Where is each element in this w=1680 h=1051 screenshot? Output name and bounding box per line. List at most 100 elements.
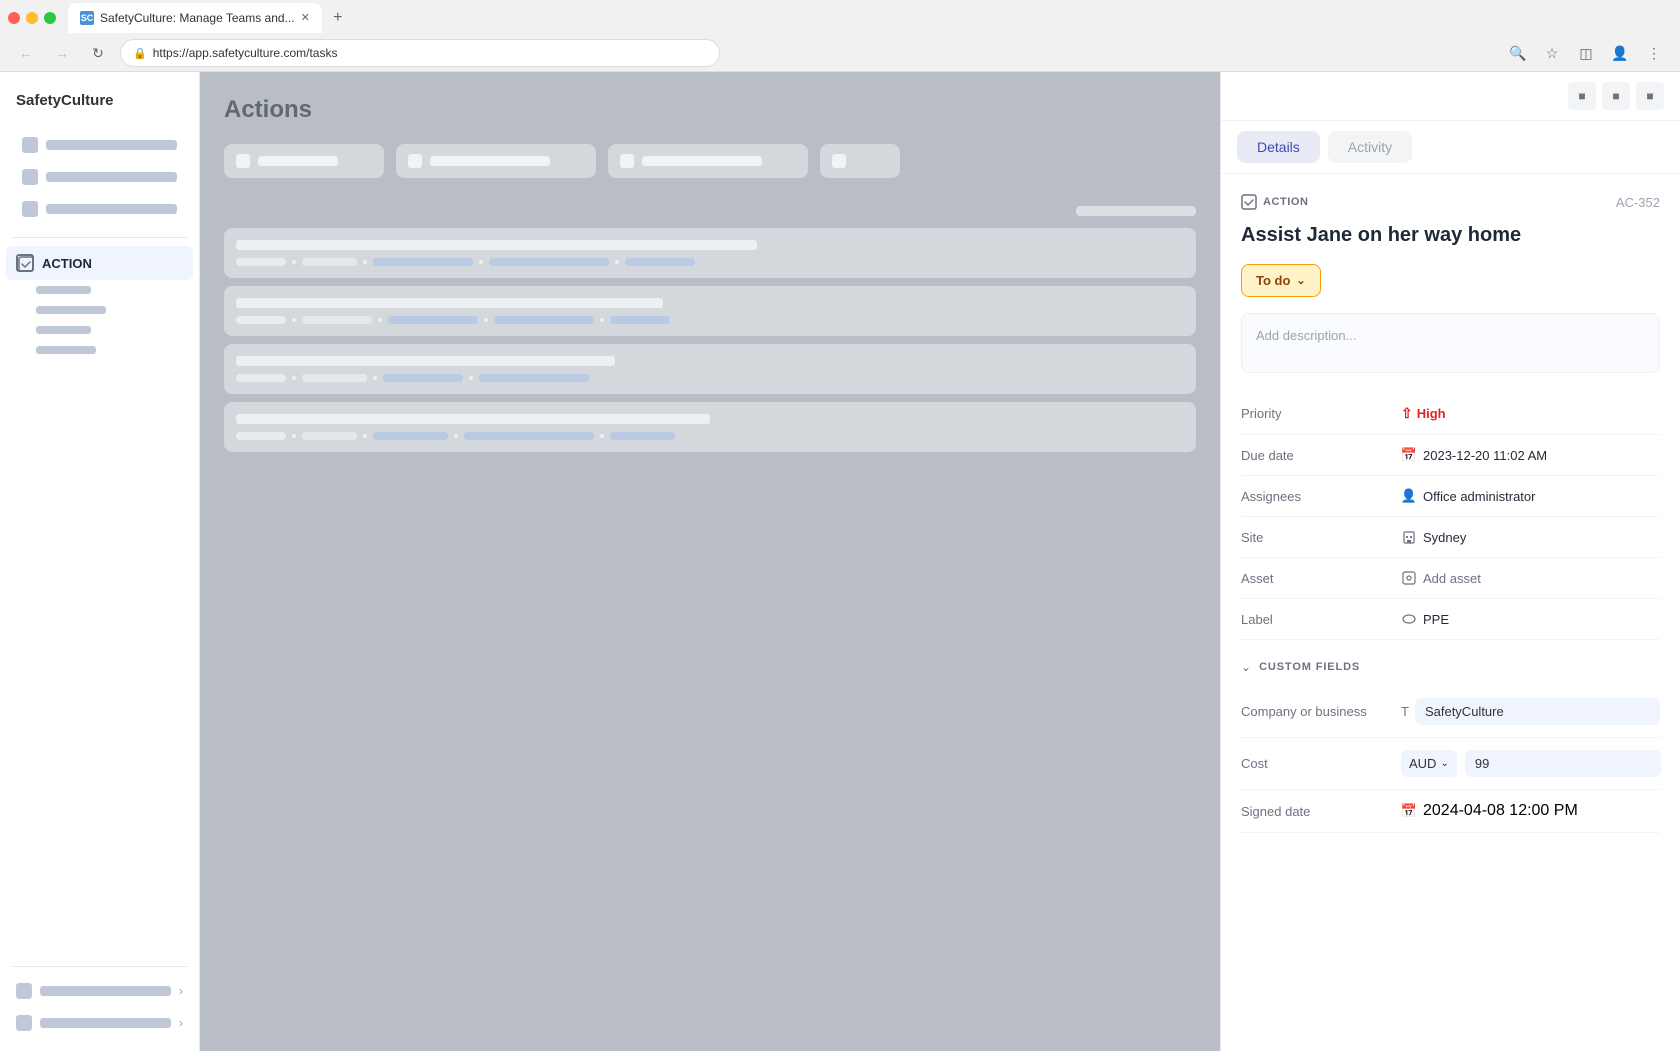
tab-favicon: SC bbox=[80, 11, 94, 25]
custom-fields-toggle[interactable]: ⌄ CUSTOM FIELDS bbox=[1241, 648, 1660, 686]
minimize-button[interactable] bbox=[26, 12, 38, 24]
priority-high-icon: ⇧ bbox=[1401, 405, 1413, 422]
overview-label bbox=[36, 286, 91, 294]
calendar-icon: 📅 bbox=[1401, 447, 1417, 463]
field-label: Label PPE bbox=[1241, 599, 1660, 640]
sidebar-sub-overview[interactable] bbox=[8, 280, 199, 300]
action-icon bbox=[1241, 194, 1257, 210]
tab-title: SafetyCulture: Manage Teams and... bbox=[100, 11, 295, 25]
inspections-icon bbox=[22, 169, 38, 185]
settings-label bbox=[36, 326, 91, 334]
cost-input[interactable] bbox=[1465, 750, 1661, 777]
sidebar-expand-integrations[interactable]: › bbox=[0, 1007, 199, 1039]
action-badge-row: ACTION AC-352 bbox=[1241, 194, 1660, 210]
fullscreen-button[interactable] bbox=[44, 12, 56, 24]
forward-button[interactable]: → bbox=[48, 39, 76, 67]
custom-fields-title: CUSTOM FIELDS bbox=[1259, 661, 1360, 673]
app-logo: SafetyCulture bbox=[0, 84, 199, 125]
signed-date-text: 2024-04-08 12:00 PM bbox=[1423, 802, 1578, 820]
user-icon: 👤 bbox=[1401, 488, 1417, 504]
custom-field-cost: Cost AUD ⌄ bbox=[1241, 738, 1660, 790]
tab-close-icon[interactable]: ✕ bbox=[301, 11, 310, 24]
list-item[interactable] bbox=[224, 344, 1196, 394]
due-date-value[interactable]: 📅 2023-12-20 11:02 AM bbox=[1401, 447, 1660, 463]
signed-date-label: Signed date bbox=[1241, 804, 1401, 819]
signed-date-calendar-icon: 📅 bbox=[1401, 803, 1417, 819]
sidebar-expand-team[interactable]: › bbox=[0, 975, 199, 1007]
main-content: Actions bbox=[200, 72, 1220, 1051]
signed-date-value[interactable]: 📅 2024-04-08 12:00 PM bbox=[1401, 802, 1660, 820]
list-item[interactable] bbox=[224, 228, 1196, 278]
sidebar-item-actions[interactable]: ACTION bbox=[6, 246, 193, 280]
active-tab[interactable]: SC SafetyCulture: Manage Teams and... ✕ bbox=[68, 3, 322, 33]
list-item[interactable] bbox=[224, 286, 1196, 336]
back-button[interactable]: ← bbox=[12, 39, 40, 67]
sidebar-divider-2 bbox=[12, 966, 187, 967]
sidebar-sub-reports[interactable] bbox=[8, 340, 199, 360]
tab-details[interactable]: Details bbox=[1237, 131, 1320, 163]
traffic-lights bbox=[8, 12, 56, 24]
detail-view-btn-1[interactable]: ■ bbox=[1568, 82, 1596, 110]
field-assignees: Assignees 👤 Office administrator bbox=[1241, 476, 1660, 517]
sidebar-sub-items bbox=[0, 280, 199, 360]
sidebar-item-templates-label bbox=[46, 204, 177, 214]
priority-label: Priority bbox=[1241, 406, 1401, 421]
address-bar[interactable]: 🔒 https://app.safetyculture.com/tasks bbox=[120, 39, 720, 67]
priority-text: High bbox=[1417, 406, 1446, 421]
team-icon bbox=[16, 983, 32, 999]
sidebar-item-inspections[interactable] bbox=[6, 161, 193, 193]
asset-label: Asset bbox=[1241, 571, 1401, 586]
extensions-button[interactable]: ◫ bbox=[1572, 39, 1600, 67]
browser-chrome: SC SafetyCulture: Manage Teams and... ✕ … bbox=[0, 0, 1680, 72]
sidebar-item-templates[interactable] bbox=[6, 193, 193, 225]
company-label: Company or business bbox=[1241, 704, 1401, 719]
zoom-button[interactable]: 🔍 bbox=[1504, 39, 1532, 67]
assignees-value[interactable]: 👤 Office administrator bbox=[1401, 488, 1660, 504]
profile-button[interactable]: 👤 bbox=[1606, 39, 1634, 67]
app-container: SafetyCulture ACTION bbox=[0, 72, 1680, 1051]
currency-chevron-icon: ⌄ bbox=[1440, 758, 1448, 769]
custom-fields-section: ⌄ CUSTOM FIELDS Company or business T Co… bbox=[1241, 648, 1660, 833]
field-priority: Priority ⇧ High bbox=[1241, 393, 1660, 435]
reports-label bbox=[36, 346, 96, 354]
list-item[interactable] bbox=[224, 402, 1196, 452]
cost-label: Cost bbox=[1241, 756, 1401, 771]
status-button[interactable]: To do ⌄ bbox=[1241, 264, 1321, 297]
detail-close-btn[interactable]: ■ bbox=[1636, 82, 1664, 110]
sidebar: SafetyCulture ACTION bbox=[0, 72, 200, 1051]
detail-panel-header: ■ ■ ■ bbox=[1221, 72, 1680, 121]
reload-button[interactable]: ↻ bbox=[84, 39, 112, 67]
new-tab-button[interactable]: + bbox=[326, 6, 350, 30]
menu-button[interactable]: ⋮ bbox=[1640, 39, 1668, 67]
bookmark-button[interactable]: ☆ bbox=[1538, 39, 1566, 67]
close-button[interactable] bbox=[8, 12, 20, 24]
currency-select[interactable]: AUD ⌄ bbox=[1401, 750, 1457, 777]
action-id: AC-352 bbox=[1616, 195, 1660, 210]
custom-field-signed-date: Signed date 📅 2024-04-08 12:00 PM bbox=[1241, 790, 1660, 833]
text-type-icon: T bbox=[1401, 704, 1409, 719]
custom-field-company: Company or business T bbox=[1241, 686, 1660, 738]
sidebar-item-home[interactable] bbox=[6, 129, 193, 161]
actions-icon bbox=[16, 254, 34, 272]
site-text: Sydney bbox=[1423, 530, 1466, 545]
sidebar-sub-settings[interactable] bbox=[8, 320, 199, 340]
priority-value[interactable]: ⇧ High bbox=[1401, 405, 1660, 422]
field-due-date: Due date 📅 2023-12-20 11:02 AM bbox=[1241, 435, 1660, 476]
site-value[interactable]: Sydney bbox=[1401, 529, 1660, 545]
building-icon bbox=[1401, 529, 1417, 545]
detail-view-btn-2[interactable]: ■ bbox=[1602, 82, 1630, 110]
integrations-label bbox=[40, 1018, 171, 1028]
due-date-text: 2023-12-20 11:02 AM bbox=[1423, 448, 1547, 463]
label-label: Label bbox=[1241, 612, 1401, 627]
sidebar-item-home-label bbox=[46, 140, 177, 150]
tag-icon bbox=[1401, 611, 1417, 627]
sidebar-nav-section bbox=[0, 125, 199, 229]
sidebar-sub-myactions[interactable] bbox=[8, 300, 199, 320]
asset-text: Add asset bbox=[1423, 571, 1481, 586]
sidebar-item-inspections-label bbox=[46, 172, 177, 182]
company-input[interactable] bbox=[1415, 698, 1660, 725]
tab-activity[interactable]: Activity bbox=[1328, 131, 1412, 163]
label-value[interactable]: PPE bbox=[1401, 611, 1660, 627]
asset-value[interactable]: Add asset bbox=[1401, 570, 1660, 586]
description-field[interactable]: Add description... bbox=[1241, 313, 1660, 373]
